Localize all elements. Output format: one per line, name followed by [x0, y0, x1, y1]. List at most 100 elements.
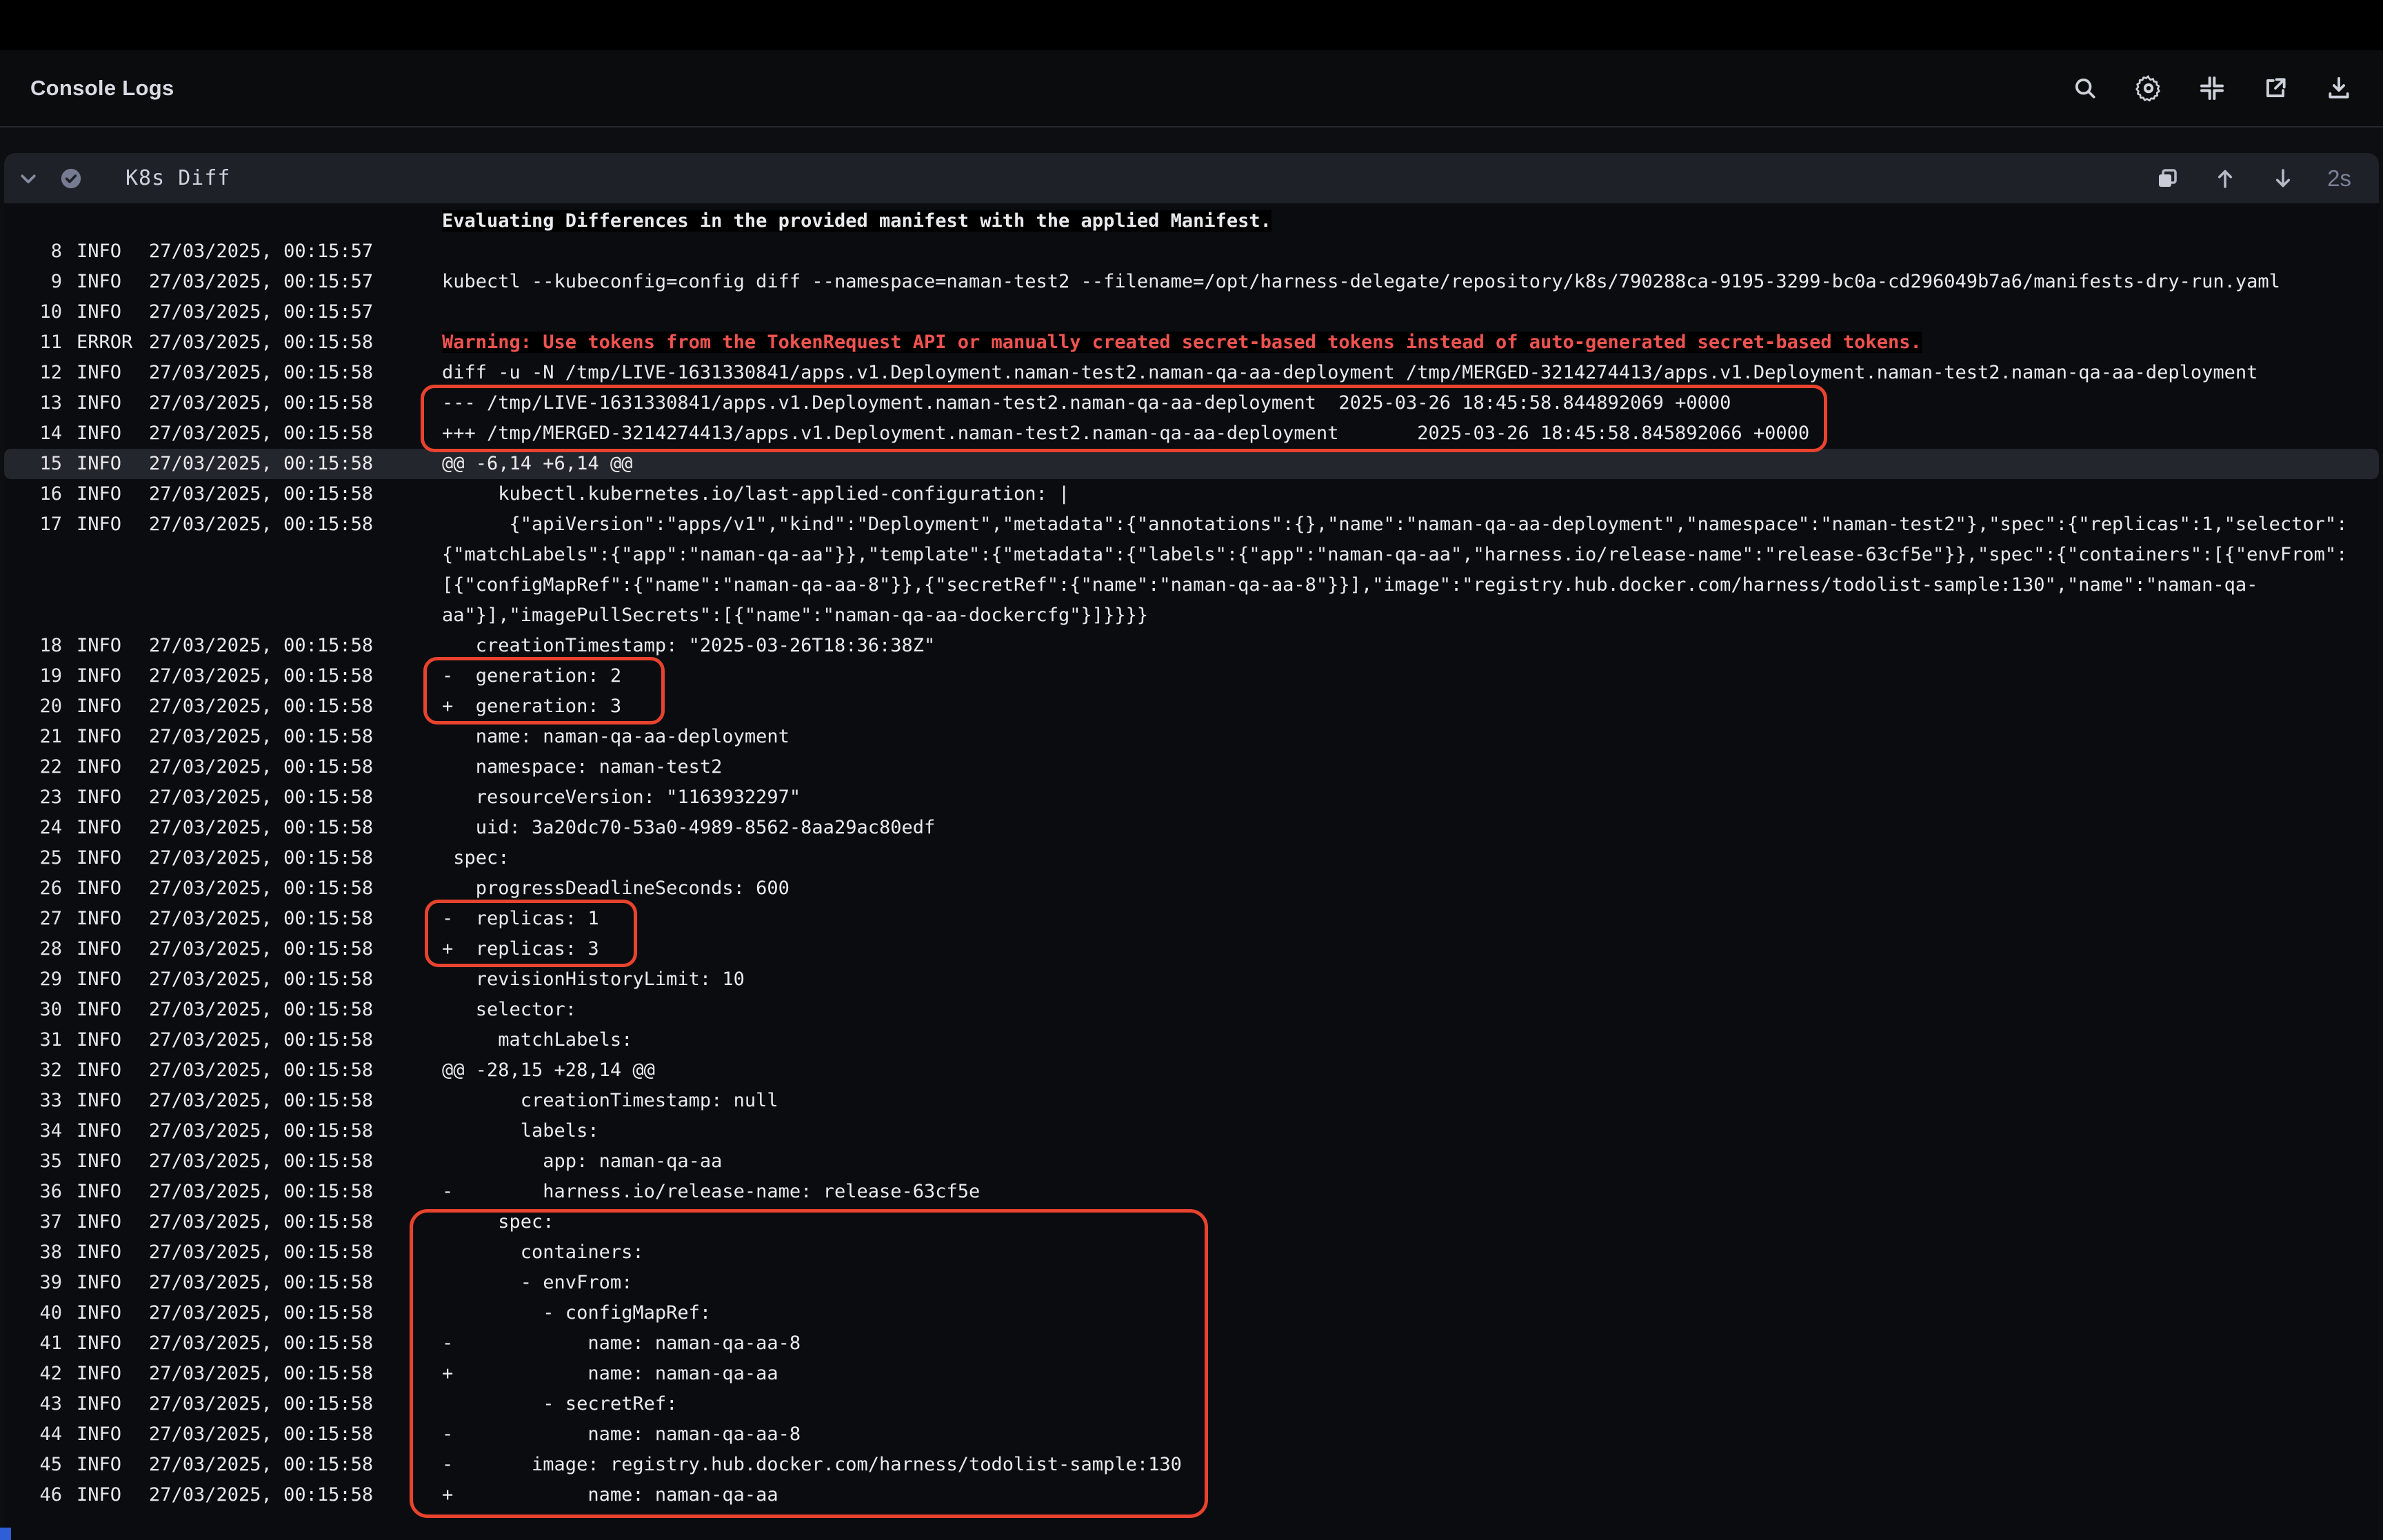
line-number[interactable]: 34: [4, 1116, 62, 1146]
line-number[interactable]: 36: [4, 1177, 62, 1207]
search-icon[interactable]: [2071, 74, 2099, 102]
log-row: 34INFO27/03/2025, 00:15:58 labels:: [4, 1116, 2379, 1146]
line-number[interactable]: 25: [4, 843, 62, 873]
download-icon[interactable]: [2325, 74, 2353, 102]
log-timestamp: 27/03/2025, 00:15:58: [149, 327, 442, 358]
line-number[interactable]: 32: [4, 1055, 62, 1086]
step-duration: 2s: [2327, 165, 2351, 192]
line-number[interactable]: 27: [4, 904, 62, 934]
log-timestamp: 27/03/2025, 00:15:58: [149, 418, 442, 449]
line-number[interactable]: 13: [4, 388, 62, 418]
log-timestamp: 27/03/2025, 00:15:58: [149, 479, 442, 509]
line-number[interactable]: 9: [4, 267, 62, 297]
log-message: creationTimestamp: "2025-03-26T18:36:38Z…: [442, 631, 935, 661]
log-message: labels:: [442, 1116, 599, 1146]
log-row: 37INFO27/03/2025, 00:15:58 spec:: [4, 1207, 2379, 1237]
log-timestamp: 27/03/2025, 00:15:58: [149, 1389, 442, 1419]
log-message: {"matchLabels":{"app":"naman-qa-aa"}},"t…: [442, 540, 2347, 570]
log-timestamp: 27/03/2025, 00:15:57: [149, 236, 442, 267]
line-number[interactable]: 38: [4, 1237, 62, 1268]
line-number[interactable]: 28: [4, 934, 62, 964]
line-number[interactable]: 22: [4, 752, 62, 782]
line-number[interactable]: 29: [4, 964, 62, 995]
line-number[interactable]: 40: [4, 1298, 62, 1328]
log-timestamp: 27/03/2025, 00:15:58: [149, 661, 442, 691]
line-number[interactable]: 16: [4, 479, 62, 509]
log-body[interactable]: Evaluating Differences in the provided m…: [4, 203, 2379, 1510]
line-number[interactable]: 21: [4, 722, 62, 752]
log-message: uid: 3a20dc70-53a0-4989-8562-8aa29ac80ed…: [442, 813, 935, 843]
line-number[interactable]: 39: [4, 1268, 62, 1298]
log-level: INFO: [77, 752, 149, 782]
line-number[interactable]: 19: [4, 661, 62, 691]
log-row: 30INFO27/03/2025, 00:15:58 selector:: [4, 995, 2379, 1025]
line-number[interactable]: 12: [4, 358, 62, 388]
log-row: 43INFO27/03/2025, 00:15:58 - secretRef:: [4, 1389, 2379, 1419]
log-timestamp: [149, 206, 442, 236]
line-number[interactable]: 24: [4, 813, 62, 843]
copy-icon[interactable]: [2153, 165, 2181, 192]
log-message: @@ -6,14 +6,14 @@: [442, 449, 632, 479]
page-title: Console Logs: [30, 76, 174, 101]
log-row: 17INFO27/03/2025, 00:15:58 {"apiVersion"…: [4, 509, 2379, 540]
arrow-up-icon[interactable]: [2211, 165, 2239, 192]
log-message: creationTimestamp: null: [442, 1086, 778, 1116]
line-number[interactable]: 41: [4, 1328, 62, 1359]
log-message: [{"configMapRef":{"name":"naman-qa-aa-8"…: [442, 570, 2258, 600]
log-level: INFO: [77, 631, 149, 661]
line-number[interactable]: 33: [4, 1086, 62, 1116]
k8s-diff-step-header[interactable]: K8s Diff 2s: [4, 153, 2379, 203]
log-message: - name: naman-qa-aa-8: [442, 1419, 801, 1450]
log-timestamp: 27/03/2025, 00:15:58: [149, 449, 442, 479]
log-level: INFO: [77, 691, 149, 722]
log-row-continuation: [{"configMapRef":{"name":"naman-qa-aa-8"…: [4, 570, 2379, 600]
arrow-down-icon[interactable]: [2269, 165, 2297, 192]
line-number[interactable]: 37: [4, 1207, 62, 1237]
log-timestamp: 27/03/2025, 00:15:58: [149, 388, 442, 418]
log-timestamp: 27/03/2025, 00:15:58: [149, 722, 442, 752]
log-timestamp: 27/03/2025, 00:15:58: [149, 1146, 442, 1177]
line-number[interactable]: 18: [4, 631, 62, 661]
log-timestamp: 27/03/2025, 00:15:58: [149, 1419, 442, 1450]
line-number[interactable]: 20: [4, 691, 62, 722]
line-number[interactable]: 26: [4, 873, 62, 904]
log-level: INFO: [77, 1450, 149, 1480]
log-timestamp: 27/03/2025, 00:15:58: [149, 631, 442, 661]
line-number[interactable]: 31: [4, 1025, 62, 1055]
line-number: [4, 540, 62, 570]
log-row: 35INFO27/03/2025, 00:15:58 app: naman-qa…: [4, 1146, 2379, 1177]
log-level: INFO: [77, 1025, 149, 1055]
log-row: 25INFO27/03/2025, 00:15:58 spec:: [4, 843, 2379, 873]
log-row: 11ERROR27/03/2025, 00:15:58Warning: Use …: [4, 327, 2379, 358]
chevron-down-icon[interactable]: [17, 167, 40, 190]
line-number[interactable]: 11: [4, 327, 62, 358]
open-in-new-icon[interactable]: [2262, 74, 2289, 102]
log-level: INFO: [77, 964, 149, 995]
log-row: 32INFO27/03/2025, 00:15:58@@ -28,15 +28,…: [4, 1055, 2379, 1086]
line-number[interactable]: 14: [4, 418, 62, 449]
window-top-strip: [0, 0, 2383, 50]
line-number[interactable]: 43: [4, 1389, 62, 1419]
log-level: INFO: [77, 1237, 149, 1268]
line-number[interactable]: 42: [4, 1359, 62, 1389]
collapse-icon[interactable]: [2198, 74, 2226, 102]
line-number[interactable]: 15: [4, 449, 62, 479]
line-number[interactable]: 23: [4, 782, 62, 813]
log-level: INFO: [77, 1298, 149, 1328]
line-number[interactable]: 44: [4, 1419, 62, 1450]
log-message: --- /tmp/LIVE-1631330841/apps.v1.Deploym…: [442, 388, 1731, 418]
line-number[interactable]: 30: [4, 995, 62, 1025]
step-actions: 2s: [2153, 165, 2351, 192]
line-number[interactable]: 17: [4, 509, 62, 540]
log-level: INFO: [77, 934, 149, 964]
line-number[interactable]: 35: [4, 1146, 62, 1177]
line-number[interactable]: 45: [4, 1450, 62, 1480]
line-number[interactable]: 8: [4, 236, 62, 267]
log-message: app: naman-qa-aa: [442, 1146, 722, 1177]
settings-gear-icon[interactable]: [2135, 74, 2162, 102]
log-row: 22INFO27/03/2025, 00:15:58 namespace: na…: [4, 752, 2379, 782]
log-message: revisionHistoryLimit: 10: [442, 964, 745, 995]
line-number[interactable]: 10: [4, 297, 62, 327]
line-number[interactable]: 46: [4, 1480, 62, 1510]
log-timestamp: 27/03/2025, 00:15:58: [149, 1207, 442, 1237]
